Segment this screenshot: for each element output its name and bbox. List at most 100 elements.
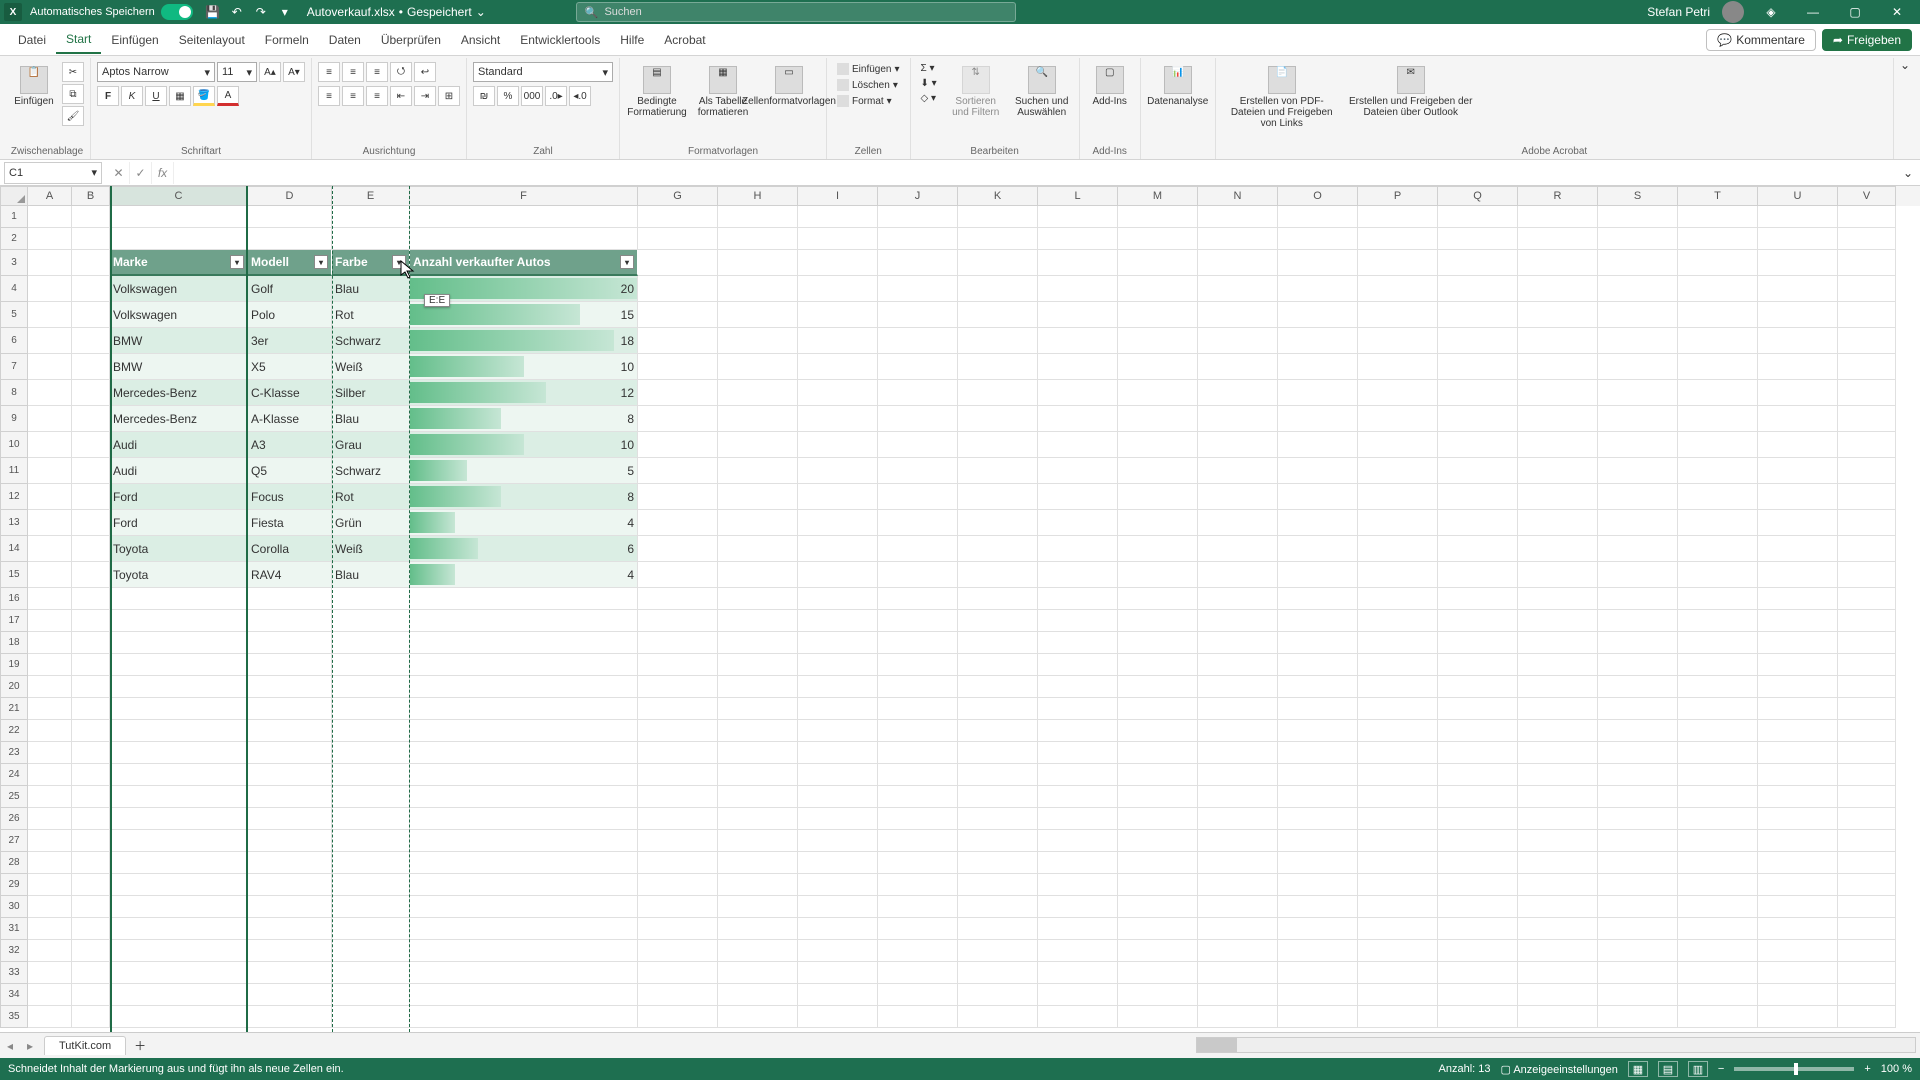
inc-decimal-icon[interactable]: .0▸ bbox=[545, 86, 567, 106]
cell-D21[interactable] bbox=[248, 698, 332, 720]
cell-L32[interactable] bbox=[1038, 940, 1118, 962]
cell-Q7[interactable] bbox=[1438, 354, 1518, 380]
cell-U32[interactable] bbox=[1758, 940, 1838, 962]
cell-R2[interactable] bbox=[1518, 228, 1598, 250]
cell-Q18[interactable] bbox=[1438, 632, 1518, 654]
cell-E34[interactable] bbox=[332, 984, 410, 1006]
cell-F6[interactable]: 18 bbox=[410, 328, 638, 354]
cell-K24[interactable] bbox=[958, 764, 1038, 786]
column-header-U[interactable]: U bbox=[1758, 186, 1838, 206]
cell-V35[interactable] bbox=[1838, 1006, 1896, 1028]
cell-M34[interactable] bbox=[1118, 984, 1198, 1006]
cell-K12[interactable] bbox=[958, 484, 1038, 510]
cell-S21[interactable] bbox=[1598, 698, 1678, 720]
cell-C10[interactable]: Audi bbox=[110, 432, 248, 458]
row-header[interactable]: 15 bbox=[0, 562, 28, 588]
cell-F34[interactable] bbox=[410, 984, 638, 1006]
cell-E7[interactable]: Weiß bbox=[332, 354, 410, 380]
cell-I6[interactable] bbox=[798, 328, 878, 354]
cell-J13[interactable] bbox=[878, 510, 958, 536]
cell-Q28[interactable] bbox=[1438, 852, 1518, 874]
cell-U27[interactable] bbox=[1758, 830, 1838, 852]
cell-E27[interactable] bbox=[332, 830, 410, 852]
cell-G25[interactable] bbox=[638, 786, 718, 808]
cell-J4[interactable] bbox=[878, 276, 958, 302]
underline-icon[interactable]: U bbox=[145, 86, 167, 106]
cell-B17[interactable] bbox=[72, 610, 110, 632]
cell-C6[interactable]: BMW bbox=[110, 328, 248, 354]
cell-F17[interactable] bbox=[410, 610, 638, 632]
cell-C18[interactable] bbox=[110, 632, 248, 654]
page-break-view-icon[interactable]: ▥ bbox=[1688, 1061, 1708, 1077]
row-header[interactable]: 24 bbox=[0, 764, 28, 786]
row-header[interactable]: 19 bbox=[0, 654, 28, 676]
cell-N15[interactable] bbox=[1198, 562, 1278, 588]
cell-L8[interactable] bbox=[1038, 380, 1118, 406]
cell-T5[interactable] bbox=[1678, 302, 1758, 328]
cell-D19[interactable] bbox=[248, 654, 332, 676]
cell-I34[interactable] bbox=[798, 984, 878, 1006]
cell-I11[interactable] bbox=[798, 458, 878, 484]
cell-T29[interactable] bbox=[1678, 874, 1758, 896]
cell-K17[interactable] bbox=[958, 610, 1038, 632]
row-header[interactable]: 18 bbox=[0, 632, 28, 654]
cell-N13[interactable] bbox=[1198, 510, 1278, 536]
cell-D9[interactable]: A-Klasse bbox=[248, 406, 332, 432]
cell-G18[interactable] bbox=[638, 632, 718, 654]
cell-J19[interactable] bbox=[878, 654, 958, 676]
cell-G5[interactable] bbox=[638, 302, 718, 328]
cell-L15[interactable] bbox=[1038, 562, 1118, 588]
cell-Q32[interactable] bbox=[1438, 940, 1518, 962]
cell-N14[interactable] bbox=[1198, 536, 1278, 562]
cell-N19[interactable] bbox=[1198, 654, 1278, 676]
cell-C26[interactable] bbox=[110, 808, 248, 830]
cell-L11[interactable] bbox=[1038, 458, 1118, 484]
cell-K33[interactable] bbox=[958, 962, 1038, 984]
cell-C30[interactable] bbox=[110, 896, 248, 918]
cell-S23[interactable] bbox=[1598, 742, 1678, 764]
cell-A16[interactable] bbox=[28, 588, 72, 610]
cell-S28[interactable] bbox=[1598, 852, 1678, 874]
cell-M26[interactable] bbox=[1118, 808, 1198, 830]
cell-O26[interactable] bbox=[1278, 808, 1358, 830]
cell-P18[interactable] bbox=[1358, 632, 1438, 654]
cell-F15[interactable]: 4 bbox=[410, 562, 638, 588]
cell-D27[interactable] bbox=[248, 830, 332, 852]
cell-J5[interactable] bbox=[878, 302, 958, 328]
cell-T17[interactable] bbox=[1678, 610, 1758, 632]
merge-icon[interactable]: ⊞ bbox=[438, 86, 460, 106]
find-select-button[interactable]: 🔍Suchen und Auswählen bbox=[1011, 62, 1073, 122]
cell-D33[interactable] bbox=[248, 962, 332, 984]
menu-tab-hilfe[interactable]: Hilfe bbox=[610, 27, 654, 53]
cell-Q31[interactable] bbox=[1438, 918, 1518, 940]
cell-S2[interactable] bbox=[1598, 228, 1678, 250]
cell-O15[interactable] bbox=[1278, 562, 1358, 588]
cell-F18[interactable] bbox=[410, 632, 638, 654]
cell-E3[interactable]: Farbe▾ bbox=[332, 250, 410, 276]
cell-Q30[interactable] bbox=[1438, 896, 1518, 918]
cell-P1[interactable] bbox=[1358, 206, 1438, 228]
cell-P17[interactable] bbox=[1358, 610, 1438, 632]
cell-N12[interactable] bbox=[1198, 484, 1278, 510]
cell-H19[interactable] bbox=[718, 654, 798, 676]
cell-M21[interactable] bbox=[1118, 698, 1198, 720]
cell-L7[interactable] bbox=[1038, 354, 1118, 380]
cell-K20[interactable] bbox=[958, 676, 1038, 698]
cell-R25[interactable] bbox=[1518, 786, 1598, 808]
cell-O3[interactable] bbox=[1278, 250, 1358, 276]
cell-B35[interactable] bbox=[72, 1006, 110, 1028]
cell-B21[interactable] bbox=[72, 698, 110, 720]
cell-L19[interactable] bbox=[1038, 654, 1118, 676]
cell-L29[interactable] bbox=[1038, 874, 1118, 896]
horizontal-scrollbar[interactable] bbox=[1196, 1037, 1916, 1053]
cancel-fx-icon[interactable]: ✕ bbox=[108, 162, 130, 184]
comments-button[interactable]: 💬 Kommentare bbox=[1706, 29, 1816, 51]
cell-L5[interactable] bbox=[1038, 302, 1118, 328]
cell-U15[interactable] bbox=[1758, 562, 1838, 588]
cell-C16[interactable] bbox=[110, 588, 248, 610]
cell-E1[interactable] bbox=[332, 206, 410, 228]
cell-E10[interactable]: Grau bbox=[332, 432, 410, 458]
cell-E5[interactable]: Rot bbox=[332, 302, 410, 328]
cell-N3[interactable] bbox=[1198, 250, 1278, 276]
cell-O18[interactable] bbox=[1278, 632, 1358, 654]
